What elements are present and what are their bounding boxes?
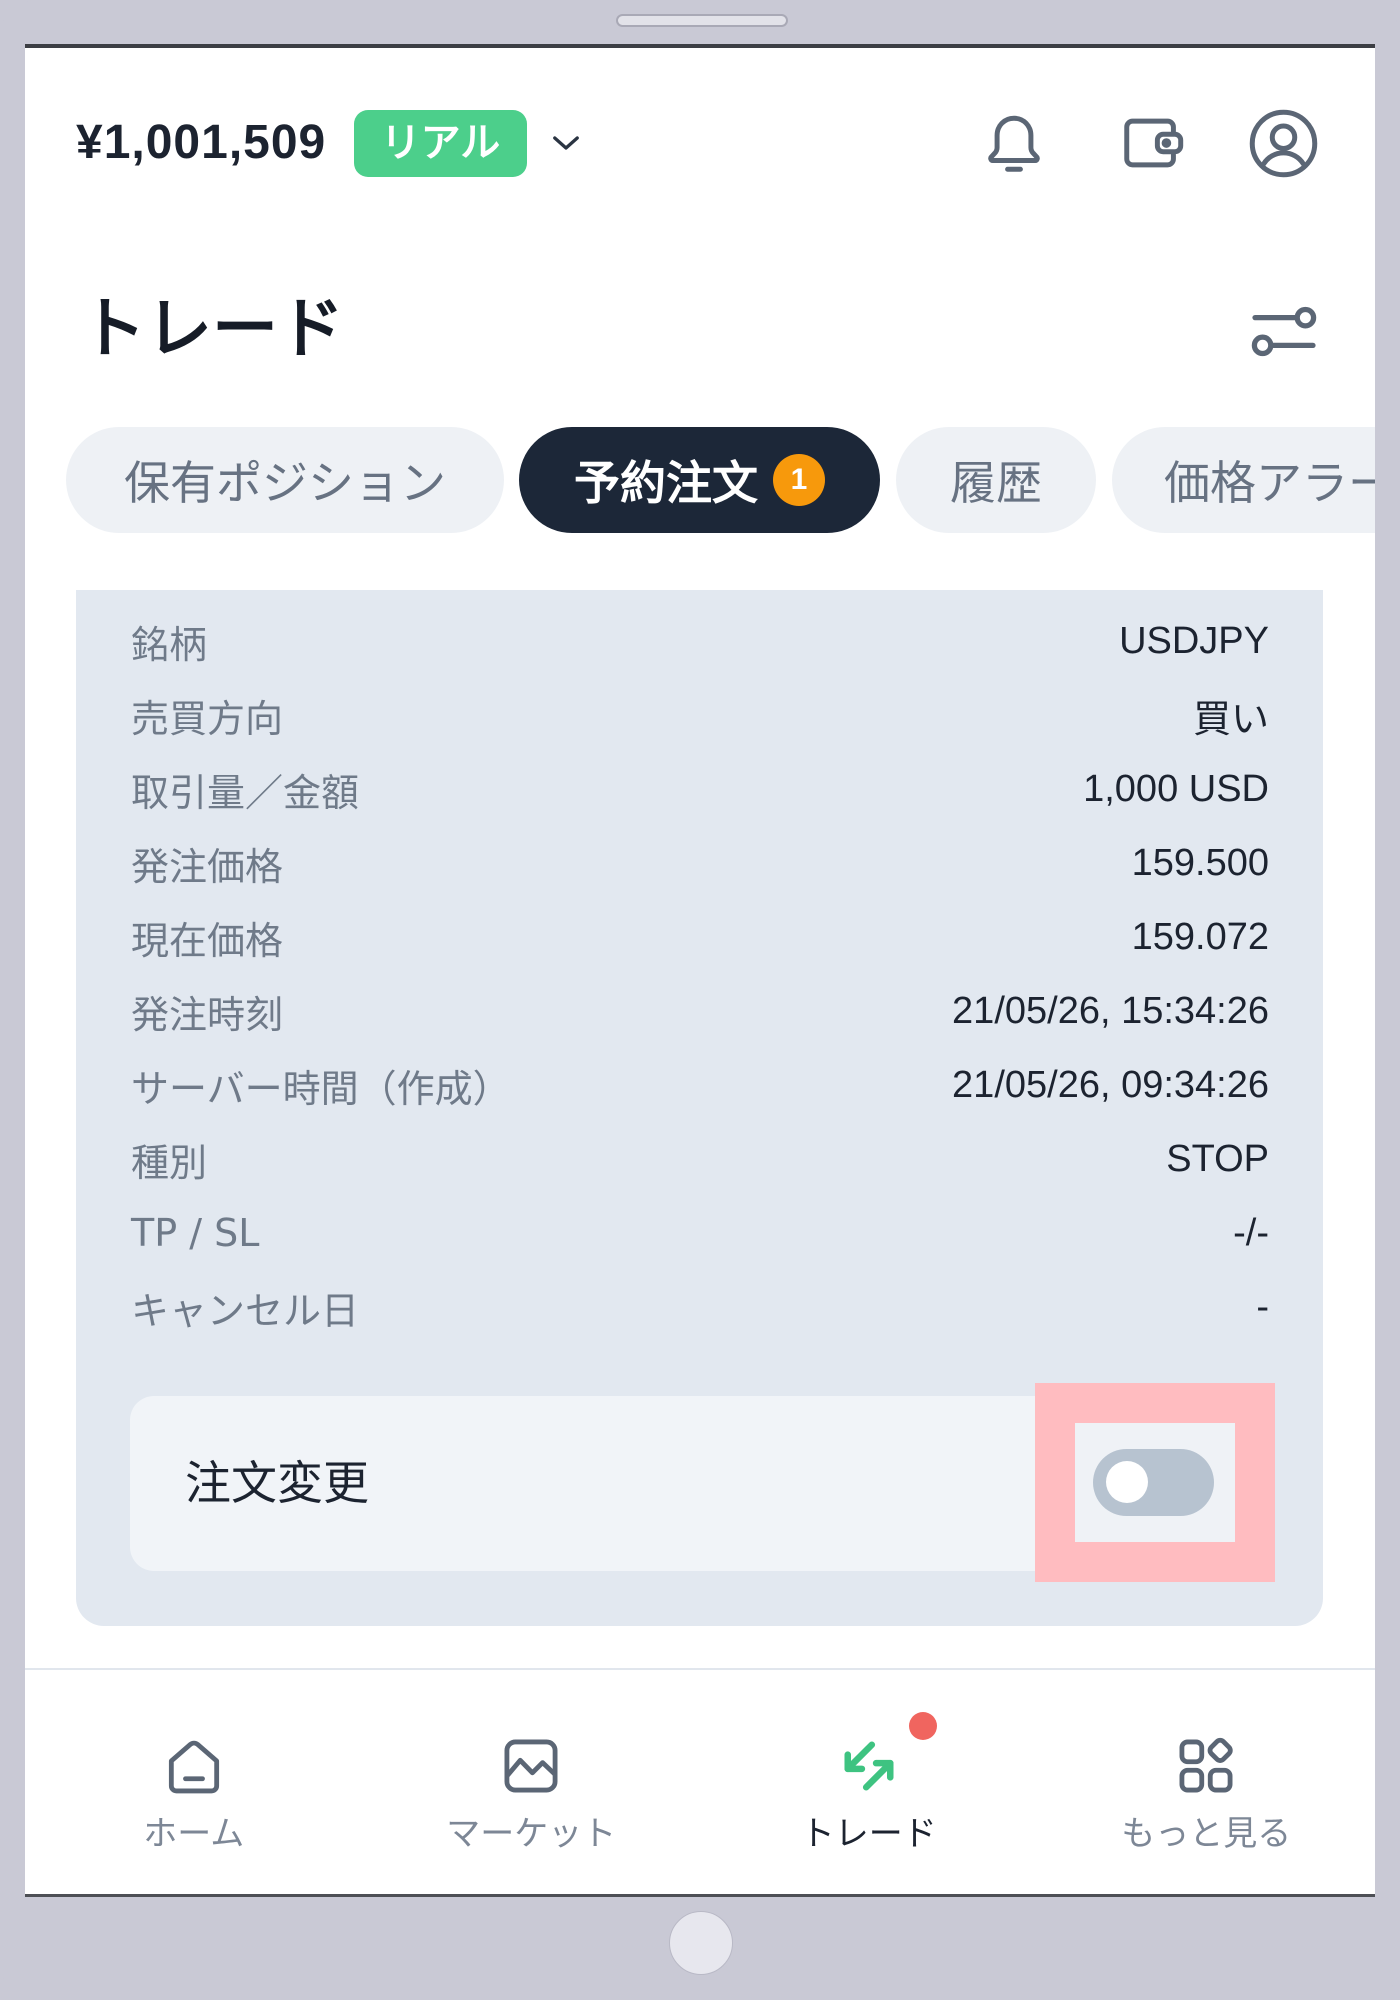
modify-order-toggle[interactable] <box>1093 1449 1214 1516</box>
user-icon[interactable] <box>1246 106 1321 181</box>
toggle-knob <box>1106 1461 1148 1503</box>
detail-row: サーバー時間（作成） 21/05/26, 09:34:26 <box>76 1048 1323 1122</box>
tab-history[interactable]: 履歴 <box>896 427 1096 533</box>
wallet-icon[interactable] <box>1116 108 1190 178</box>
tab-price-alerts[interactable]: 価格アラー <box>1112 427 1375 533</box>
tab-label: 履歴 <box>950 456 1042 510</box>
detail-value: STOP <box>1166 1137 1269 1180</box>
modify-order-label: 注文変更 <box>185 1456 369 1510</box>
detail-value: 159.072 <box>1131 915 1269 958</box>
detail-value: 21/05/26, 09:34:26 <box>952 1063 1269 1106</box>
detail-row: 売買方向 買い <box>76 678 1323 752</box>
detail-value: USDJPY <box>1119 619 1269 662</box>
account-balance: ¥1,001,509 <box>76 116 327 169</box>
device-frame: ¥1,001,509 リアル トレード 保有ポジション 予約注文 1 履歴 価格… <box>0 0 1400 2000</box>
detail-row: 発注価格 159.500 <box>76 826 1323 900</box>
screen-edge <box>25 44 1375 48</box>
detail-label: 取引量／金額 <box>131 770 360 815</box>
account-type-badge[interactable]: リアル <box>354 110 527 177</box>
detail-label: キャンセル日 <box>131 1288 360 1333</box>
nav-label: マーケット <box>446 1814 617 1854</box>
count-badge: 1 <box>773 454 825 506</box>
nav-item-trade[interactable]: トレード <box>700 1670 1038 1894</box>
page-title: トレード <box>80 290 344 367</box>
nav-item-more[interactable]: もっと見る <box>1038 1670 1376 1894</box>
bottom-nav: ホーム マーケット トレード もっと見る <box>25 1670 1375 1894</box>
detail-value: 21/05/26, 15:34:26 <box>952 989 1269 1032</box>
order-details: 銘柄 USDJPY 売買方向 買い 取引量／金額 1,000 USD 発注価格 159.… <box>76 604 1323 1344</box>
detail-label: 発注価格 <box>131 844 284 889</box>
detail-label: 売買方向 <box>131 696 284 741</box>
chevron-down-icon[interactable] <box>551 132 581 154</box>
detail-row: 取引量／金額 1,000 USD <box>76 752 1323 826</box>
tab-pending-orders[interactable]: 予約注文 1 <box>519 427 880 533</box>
detail-label: 発注時刻 <box>131 992 284 1037</box>
detail-label: TP / SL <box>131 1211 260 1255</box>
tab-label: 価格アラー <box>1164 456 1375 510</box>
screen-edge <box>25 1894 1375 1897</box>
device-speaker <box>616 14 788 27</box>
detail-row: 現在価格 159.072 <box>76 900 1323 974</box>
tab-label: 予約注文 <box>574 456 758 510</box>
sliders-icon[interactable] <box>1250 306 1318 357</box>
detail-value: 買い <box>1192 698 1269 741</box>
nav-label: もっと見る <box>1121 1814 1292 1854</box>
home-icon <box>160 1732 228 1800</box>
detail-row: 銘柄 USDJPY <box>76 604 1323 678</box>
detail-label: 銘柄 <box>131 622 208 667</box>
nav-item-market[interactable]: マーケット <box>363 1670 701 1894</box>
detail-label: 種別 <box>131 1140 208 1185</box>
nav-label: トレード <box>800 1814 937 1854</box>
detail-row: 発注時刻 21/05/26, 15:34:26 <box>76 974 1323 1048</box>
detail-value: 159.500 <box>1131 841 1269 884</box>
highlight-annotation <box>1035 1383 1275 1582</box>
detail-label: 現在価格 <box>131 918 284 963</box>
detail-value: -/- <box>1233 1211 1269 1254</box>
grid-icon <box>1172 1732 1240 1800</box>
bell-icon[interactable] <box>979 108 1049 178</box>
chart-icon <box>497 1732 565 1800</box>
detail-value: 1,000 USD <box>1083 767 1269 810</box>
nav-label: ホーム <box>143 1814 245 1854</box>
device-home-button[interactable] <box>669 1911 733 1975</box>
tab-positions[interactable]: 保有ポジション <box>66 427 504 533</box>
tab-label: 保有ポジション <box>124 456 446 510</box>
detail-row: キャンセル日 - <box>76 1270 1323 1344</box>
nav-item-home[interactable]: ホーム <box>25 1670 363 1894</box>
detail-row: TP / SL -/- <box>76 1196 1323 1270</box>
detail-label: サーバー時間（作成） <box>131 1066 511 1111</box>
detail-value: - <box>1256 1285 1269 1328</box>
app-screen: ¥1,001,509 リアル トレード 保有ポジション 予約注文 1 履歴 価格… <box>25 44 1375 1897</box>
trade-arrows-icon <box>835 1712 937 1800</box>
detail-row: 種別 STOP <box>76 1122 1323 1196</box>
pending-order-card: 銘柄 USDJPY 売買方向 買い 取引量／金額 1,000 USD 発注価格 159.… <box>76 590 1323 1626</box>
notification-dot <box>908 1712 937 1740</box>
